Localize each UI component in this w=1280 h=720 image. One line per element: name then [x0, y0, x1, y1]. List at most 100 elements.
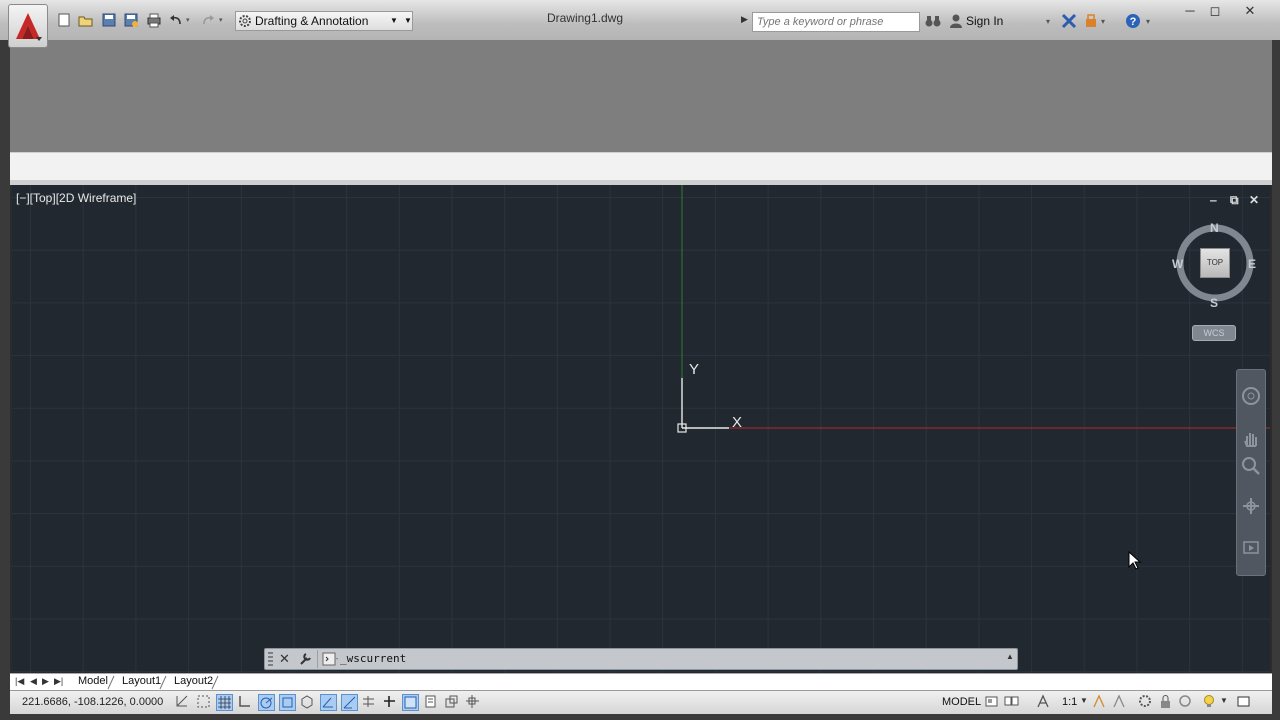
3d-object-snap-icon[interactable] — [299, 694, 316, 711]
help-search-input[interactable] — [752, 12, 920, 32]
steering-wheel-icon[interactable] — [1241, 386, 1261, 406]
window-bottom-border — [0, 714, 1280, 720]
redo-icon[interactable] — [200, 12, 218, 30]
sign-in-dropdown-icon[interactable]: ▾ — [1046, 17, 1050, 26]
help-dropdown-icon[interactable]: ▾ — [1146, 17, 1150, 26]
quick-properties-icon[interactable] — [423, 694, 440, 711]
snap-mode-icon[interactable] — [196, 694, 213, 711]
exchange-apps-icon[interactable] — [1061, 13, 1077, 32]
wcs-menu[interactable]: WCS — [1192, 325, 1236, 341]
stay-connected-dropdown-icon[interactable]: ▾ — [1101, 17, 1105, 26]
clean-screen-icon[interactable] — [1236, 694, 1253, 711]
pan-icon[interactable] — [1241, 428, 1261, 448]
expand-arrow-icon[interactable]: ▶ — [741, 14, 748, 25]
coordinate-display[interactable]: 221.6686, -108.1226, 0.0000 — [22, 696, 163, 708]
selection-cycling-icon[interactable] — [444, 694, 461, 711]
lineweight-icon[interactable] — [382, 694, 399, 711]
command-input[interactable]: - _wscurrent ▲ — [317, 650, 1014, 668]
annotation-scale-icon[interactable] — [1036, 694, 1053, 711]
sign-in-button[interactable]: Sign In — [966, 14, 1003, 28]
undo-dropdown-icon[interactable]: ▾ — [186, 16, 194, 34]
viewport-minimize-button[interactable]: ‒ — [1210, 193, 1217, 207]
polar-tracking-icon[interactable] — [258, 694, 275, 711]
quick-view-layouts-icon[interactable] — [984, 694, 1001, 711]
customize-toolbar-icon[interactable]: ▼ — [404, 12, 412, 30]
application-menu-button[interactable] — [8, 4, 48, 48]
annotation-monitor-icon[interactable] — [465, 694, 482, 711]
command-line[interactable]: ✕ - _wscurrent ▲ — [264, 648, 1018, 670]
autodesk-360-icon[interactable] — [1084, 13, 1100, 32]
command-prompt-icon[interactable]: - — [322, 652, 338, 666]
window-right-border — [1272, 40, 1280, 720]
zoom-icon[interactable] — [1241, 456, 1261, 476]
recent-commands-icon[interactable]: ▲ — [1006, 652, 1014, 661]
infer-constraints-icon[interactable] — [175, 694, 192, 711]
new-icon[interactable] — [56, 12, 74, 30]
workspace-dropdown[interactable]: Drafting & Annotation ▼ ▼ — [235, 11, 413, 31]
document-title: Drawing1.dwg — [546, 11, 624, 25]
navigation-bar[interactable] — [1236, 369, 1266, 576]
annotation-visibility-icon[interactable] — [1092, 694, 1109, 711]
save-icon[interactable] — [101, 12, 119, 30]
viewport-close-button[interactable]: ✕ — [1249, 193, 1259, 207]
mouse-cursor-icon — [1128, 551, 1142, 570]
showmotion-icon[interactable] — [1241, 538, 1261, 558]
object-snap-tracking-icon[interactable] — [320, 694, 337, 711]
transparency-icon[interactable] — [402, 694, 419, 711]
gear-icon — [239, 15, 251, 27]
compass-east[interactable]: E — [1248, 257, 1256, 271]
ortho-mode-icon[interactable] — [237, 694, 254, 711]
ucs-x-label: X — [732, 414, 742, 431]
save-as-icon[interactable] — [123, 12, 141, 30]
dynamic-ucs-icon[interactable] — [341, 694, 358, 711]
dynamic-input-icon[interactable] — [361, 694, 378, 711]
undo-icon[interactable] — [168, 12, 186, 30]
quick-view-drawings-icon[interactable] — [1004, 694, 1021, 711]
drawing-area[interactable]: Y X [−][Top][2D Wireframe] ‒ ⧉ ✕ N S E W… — [12, 185, 1270, 673]
ucs-y-label: Y — [689, 361, 699, 378]
tab-separators — [107, 675, 219, 690]
grid-display-icon[interactable] — [216, 694, 233, 711]
command-text: _wscurrent — [340, 652, 407, 665]
chevron-down-icon: ▼ — [390, 16, 398, 25]
close-icon[interactable]: ✕ — [279, 651, 290, 667]
window-restore-button[interactable]: ◻ — [1204, 4, 1226, 20]
isolate-objects-icon[interactable] — [1202, 694, 1219, 711]
layout-tabs-bar: |◀ ◀ ▶ ▶| Model Layout1 Layout2 — [10, 673, 1272, 691]
orbit-icon[interactable] — [1241, 496, 1261, 516]
user-icon — [949, 13, 963, 32]
plot-icon[interactable] — [146, 12, 164, 30]
viewport-controls-label[interactable]: [−][Top][2D Wireframe] — [16, 191, 136, 205]
workspace-switching-icon[interactable] — [1138, 694, 1155, 711]
compass-west[interactable]: W — [1172, 257, 1183, 271]
help-icon[interactable]: ? — [1125, 13, 1141, 32]
title-bar: ▾ ▾ Drafting & Annotation ▼ ▼ Drawing1.d… — [0, 0, 1280, 48]
viewcube-top-face[interactable]: TOP — [1200, 248, 1230, 278]
compass-south[interactable]: S — [1210, 296, 1218, 310]
toolbar-lock-icon[interactable] — [1158, 694, 1175, 711]
hardware-acceleration-icon[interactable] — [1178, 694, 1195, 711]
ribbon-panel — [10, 40, 1272, 152]
viewport-restore-button[interactable]: ⧉ — [1230, 193, 1239, 208]
viewcube[interactable]: N S E W TOP — [1172, 220, 1258, 310]
ribbon-panel-titles — [10, 152, 1272, 181]
annotation-scale-dropdown-icon[interactable]: ▼ — [1080, 696, 1088, 705]
status-bar-menu-icon[interactable]: ▼ — [1220, 696, 1228, 705]
window-minimize-button[interactable]: ─ — [1179, 4, 1201, 20]
autocad-logo-icon — [16, 13, 42, 41]
svg-text:?: ? — [1130, 16, 1137, 28]
open-icon[interactable] — [78, 12, 96, 30]
command-line-grip[interactable] — [268, 652, 273, 666]
window-close-button[interactable]: ✕ — [1239, 4, 1261, 20]
redo-dropdown-icon[interactable]: ▾ — [219, 16, 227, 34]
workspace-label: Drafting & Annotation — [255, 14, 369, 28]
window-left-border — [0, 40, 10, 720]
wrench-icon[interactable] — [298, 652, 312, 666]
binoculars-icon[interactable] — [925, 13, 941, 32]
auto-scale-icon[interactable] — [1112, 694, 1129, 711]
model-space-toggle[interactable]: MODEL — [942, 696, 981, 708]
annotation-scale-value[interactable]: 1:1 — [1062, 696, 1077, 708]
svg-text:-: - — [336, 656, 338, 663]
compass-north[interactable]: N — [1210, 221, 1219, 235]
object-snap-icon[interactable] — [279, 694, 296, 711]
